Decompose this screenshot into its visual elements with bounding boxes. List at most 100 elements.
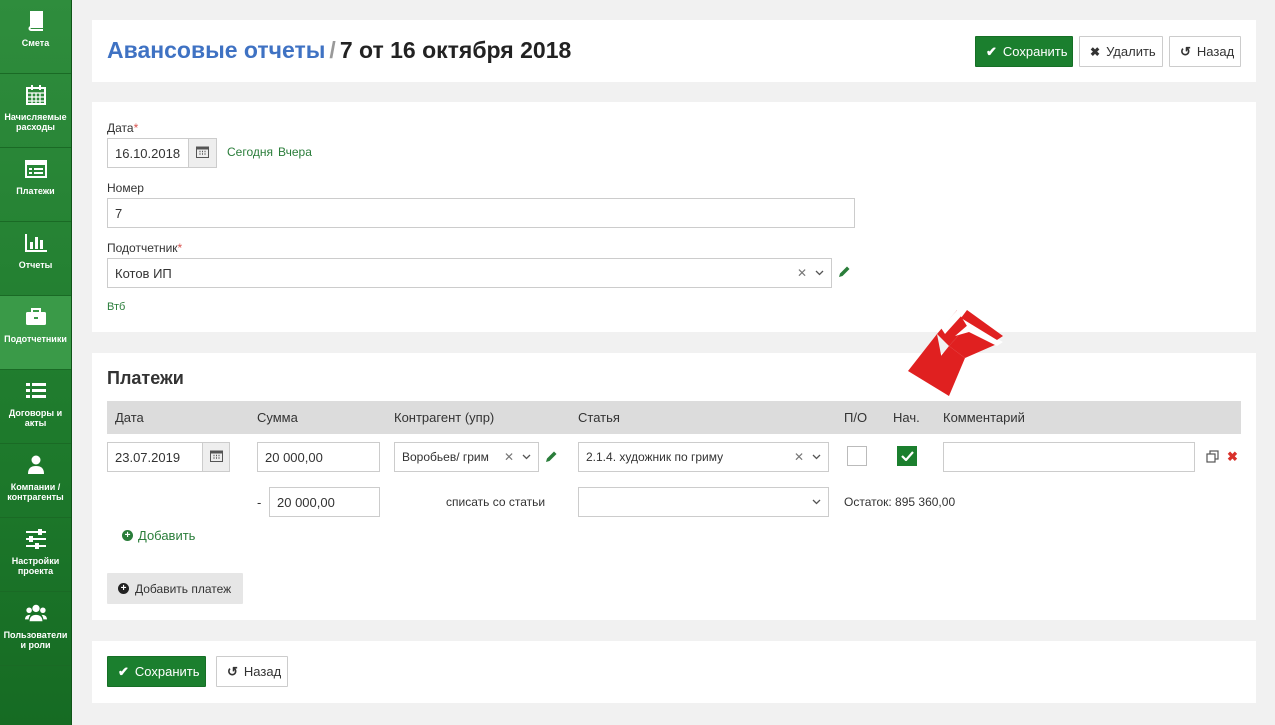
person-label-text: Подотчетник [107, 241, 178, 255]
sidebar-item-label: Настройки проекта [11, 556, 60, 576]
edit-pencil-icon[interactable] [838, 265, 851, 281]
payments-table-header: Дата Сумма Контрагент (упр) Статья П/О Н… [107, 401, 1241, 434]
red-chevron-arrow-icon [908, 308, 1003, 396]
users-icon [24, 602, 47, 624]
sidebar: Смета Начисляемые расходы Платежи Отчеты… [0, 0, 72, 725]
calendar-icon [25, 84, 47, 106]
delete-button-label: Удалить [1106, 44, 1156, 59]
save-button-label: Сохранить [1002, 44, 1068, 59]
sidebar-item-accountable-persons[interactable]: Подотчетники [0, 296, 71, 370]
comment-input[interactable] [943, 442, 1195, 472]
sidebar-item-accrued-expenses[interactable]: Начисляемые расходы [0, 74, 71, 148]
add-link-label: Добавить [138, 528, 196, 543]
counterparty-select[interactable]: Воробьев/ грим ✕ [394, 442, 539, 472]
add-payment-button[interactable]: + Добавить платеж [107, 573, 243, 604]
date-label-text: Дата [107, 121, 134, 135]
clear-icon[interactable]: ✕ [797, 266, 807, 280]
briefcase-icon [25, 306, 47, 328]
person-select[interactable]: Котов ИП ✕ [107, 258, 832, 288]
payment-date-calendar-button[interactable] [202, 442, 230, 472]
sidebar-item-payments[interactable]: Платежи [0, 148, 71, 222]
save-button[interactable]: ✔ Сохранить [975, 36, 1073, 67]
list-card-icon [24, 158, 47, 180]
footer-panel: ✔ Сохранить ↺ Назад [92, 641, 1256, 703]
sidebar-item-label: Платежи [16, 186, 55, 196]
nach-checkbox[interactable] [897, 446, 917, 466]
payment-date-input[interactable]: 23.07.2019 [107, 442, 203, 472]
sidebar-item-smeta[interactable]: Смета [0, 0, 71, 74]
remainder-text: Остаток: 895 360,00 [844, 495, 956, 509]
col-comment: Комментарий [943, 410, 1025, 425]
col-date: Дата [115, 410, 144, 425]
bar-chart-icon [24, 232, 47, 254]
required-mark: * [133, 121, 139, 135]
sidebar-item-companies[interactable]: Компании / контрагенты [0, 444, 71, 518]
sidebar-item-label: Смета [21, 38, 50, 48]
col-counterparty: Контрагент (упр) [394, 410, 495, 425]
footer-back-label: Назад [243, 664, 282, 679]
person-select-value: Котов ИП [115, 265, 172, 281]
date-input[interactable]: 16.10.2018 [107, 138, 189, 168]
plus-circle-icon: + [118, 583, 129, 594]
sidebar-item-reports[interactable]: Отчеты [0, 222, 71, 296]
number-input[interactable]: 7 [107, 198, 855, 228]
chevron-down-icon[interactable] [812, 452, 821, 463]
sidebar-item-users-roles[interactable]: Пользователи и роли [0, 592, 71, 666]
add-link[interactable]: + Добавить [122, 528, 195, 543]
sidebar-item-project-settings[interactable]: Настройки проекта [0, 518, 71, 592]
chevron-down-icon[interactable] [812, 497, 821, 508]
breadcrumb-separator: / [329, 37, 336, 63]
yesterday-link[interactable]: Вчера [278, 145, 312, 159]
back-button[interactable]: ↺ Назад [1169, 36, 1241, 67]
required-mark: * [177, 241, 183, 255]
payments-panel: Платежи Дата Сумма Контрагент (упр) Стат… [92, 353, 1256, 620]
list-icon [25, 380, 47, 402]
sidebar-item-label: Договоры и акты [8, 408, 63, 428]
writeoff-sum-input[interactable]: 20 000,00 [269, 487, 380, 517]
calendar-icon [209, 449, 223, 465]
date-calendar-button[interactable] [188, 138, 217, 168]
col-nach: Нач. [893, 410, 920, 425]
minus-sign: - [257, 495, 262, 510]
breadcrumb-link[interactable]: Авансовые отчеты [107, 37, 325, 63]
payment-sum-input[interactable]: 20 000,00 [257, 442, 380, 472]
today-link[interactable]: Сегодня [227, 145, 273, 159]
copy-icon[interactable] [1206, 450, 1219, 466]
writeoff-article-select[interactable] [578, 487, 829, 517]
date-label: Дата* [107, 121, 138, 135]
article-select[interactable]: 2.1.4. художник по гриму ✕ [578, 442, 829, 472]
bank-link[interactable]: Втб [107, 301, 125, 313]
number-label: Номер [107, 181, 144, 195]
writeoff-label: списать со статьи [446, 495, 546, 509]
edit-pencil-icon[interactable] [545, 450, 558, 466]
sidebar-item-label: Подотчетники [4, 334, 67, 344]
person-label: Подотчетник* [107, 241, 182, 255]
sidebar-item-label: Отчеты [18, 260, 53, 270]
clear-icon[interactable]: ✕ [504, 450, 514, 464]
clear-icon[interactable]: ✕ [794, 450, 804, 464]
check-icon [900, 449, 914, 464]
sliders-icon [25, 528, 47, 550]
back-button-label: Назад [1196, 44, 1235, 59]
undo-icon: ↺ [1180, 43, 1191, 59]
delete-row-icon[interactable]: ✖ [1227, 449, 1238, 465]
header-panel: Авансовые отчеты/7 от 16 октября 2018 ✔ … [92, 20, 1256, 82]
col-article: Статья [578, 410, 620, 425]
check-icon: ✔ [118, 663, 129, 679]
footer-save-button[interactable]: ✔ Сохранить [107, 656, 206, 687]
chevron-down-icon[interactable] [815, 268, 824, 279]
plus-circle-icon: + [122, 530, 133, 541]
sidebar-item-label: Пользователи и роли [3, 630, 68, 650]
sidebar-item-contracts[interactable]: Договоры и акты [0, 370, 71, 444]
col-sum: Сумма [257, 410, 298, 425]
po-checkbox[interactable] [847, 446, 867, 466]
user-icon [25, 454, 47, 476]
payments-title: Платежи [107, 368, 184, 388]
chevron-down-icon[interactable] [522, 452, 531, 463]
footer-save-label: Сохранить [134, 664, 200, 679]
footer-back-button[interactable]: ↺ Назад [216, 656, 288, 687]
sidebar-item-label: Начисляемые расходы [4, 112, 67, 132]
delete-button[interactable]: ✖ Удалить [1079, 36, 1163, 67]
undo-icon: ↺ [227, 663, 238, 679]
col-po: П/О [844, 410, 868, 425]
